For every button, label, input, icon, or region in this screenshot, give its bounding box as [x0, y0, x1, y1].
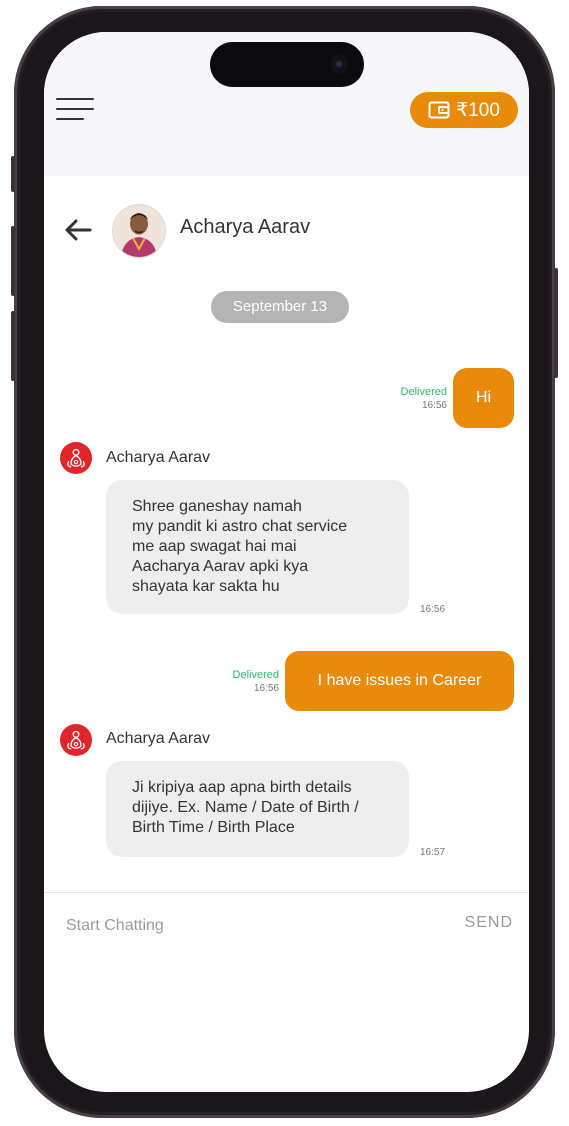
wallet-icon — [428, 101, 450, 119]
message-text: Hi — [475, 389, 492, 406]
message-text: I have issues in Career — [317, 672, 482, 689]
back-arrow-icon[interactable] — [62, 214, 94, 246]
astrologer-avatar[interactable] — [112, 204, 166, 258]
top-app-bar: ₹100 — [44, 32, 529, 176]
incoming-message-bubble[interactable]: Ji kripiya aap apna birth details dijiye… — [106, 761, 409, 857]
sender-name: Acharya Aarav — [106, 449, 211, 466]
volume-down-button — [11, 311, 15, 381]
sender-logo-icon — [60, 724, 92, 756]
phone-screen: ₹100 Acharya Aarav September 13 Delivere… — [44, 32, 529, 1092]
incoming-message-bubble[interactable]: Shree ganeshay namah my pandit ki astro … — [106, 480, 409, 614]
front-camera — [330, 55, 348, 73]
dynamic-island — [210, 42, 364, 87]
send-button[interactable]: SEND — [465, 914, 513, 932]
outgoing-message-bubble[interactable]: Hi — [453, 368, 514, 428]
date-separator: September 13 — [211, 291, 349, 323]
chat-header: Acharya Aarav — [44, 200, 529, 262]
chat-contact-name: Acharya Aarav — [180, 216, 311, 238]
wallet-balance-button[interactable]: ₹100 — [410, 92, 518, 128]
delivered-label: Delivered — [400, 386, 447, 398]
wallet-amount: ₹100 — [456, 99, 500, 121]
person-portrait-icon — [113, 205, 165, 257]
composer-divider — [44, 892, 529, 893]
message-status: Delivered 16:56 — [380, 386, 447, 412]
message-time: 16:56 — [421, 400, 447, 411]
chat-message-input[interactable] — [64, 910, 428, 942]
sender-name: Acharya Aarav — [106, 730, 211, 747]
sender-logo-icon — [60, 442, 92, 474]
message-time: 16:57 — [420, 847, 446, 858]
message-time: 16:56 — [253, 683, 279, 694]
message-status: Delivered 16:56 — [212, 669, 279, 695]
outgoing-message-bubble[interactable]: I have issues in Career — [285, 651, 514, 711]
mute-switch — [11, 156, 15, 192]
delivered-label: Delivered — [232, 669, 279, 681]
power-button — [554, 268, 558, 378]
menu-icon[interactable] — [56, 98, 96, 122]
volume-up-button — [11, 226, 15, 296]
message-time: 16:56 — [420, 604, 446, 615]
